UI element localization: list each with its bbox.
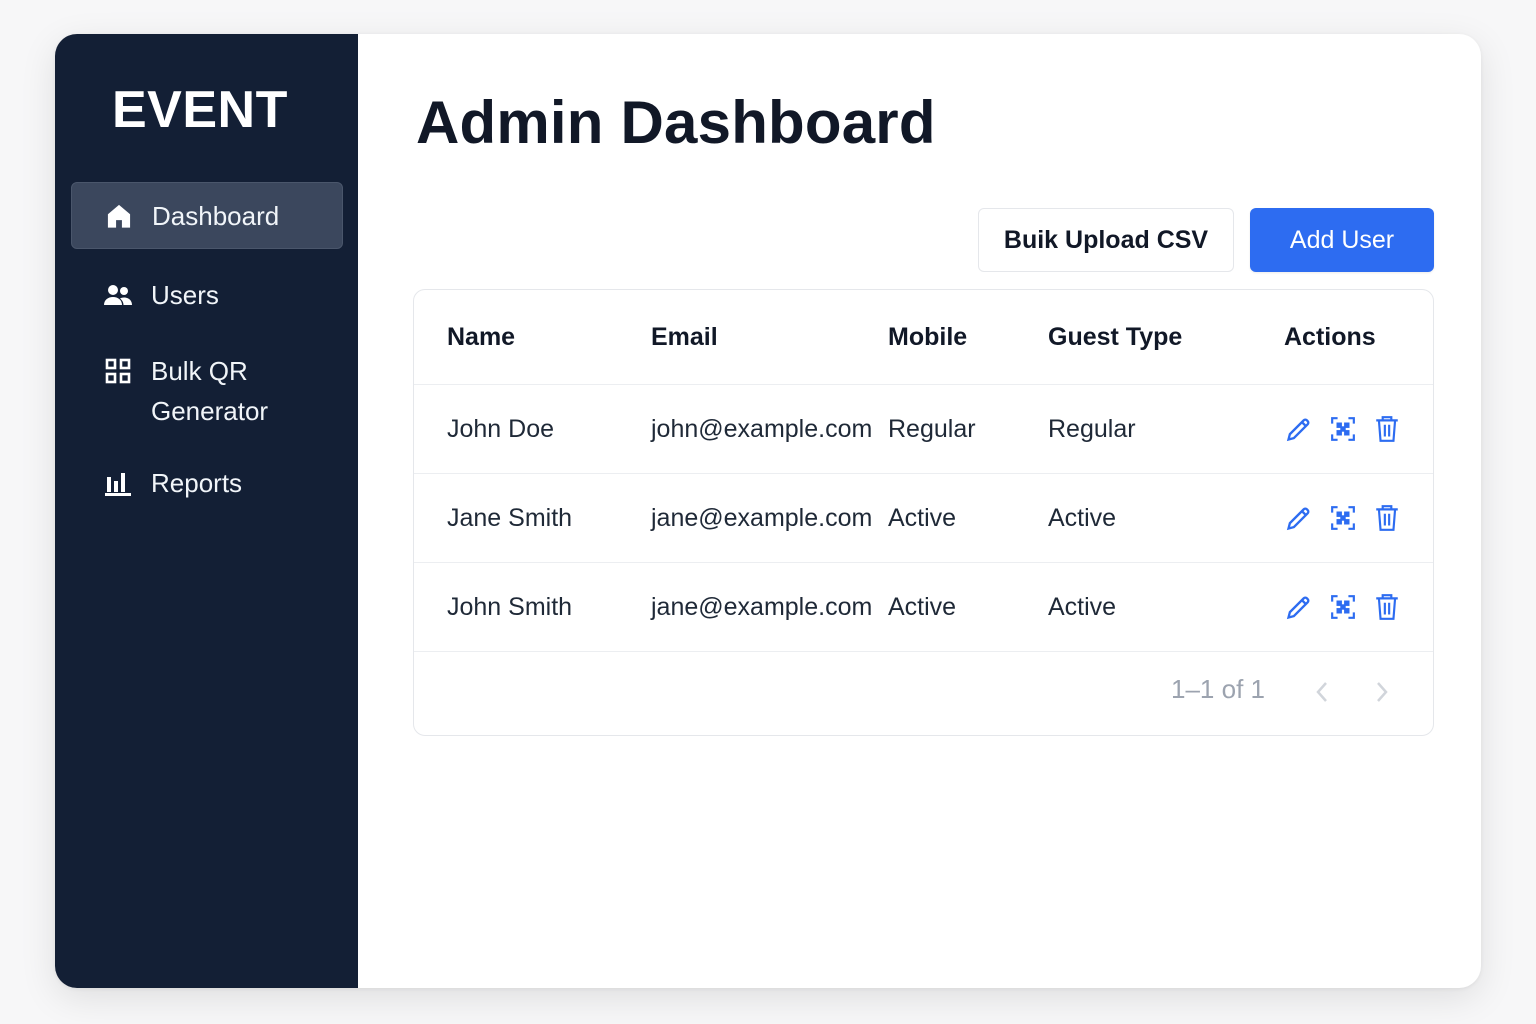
- sidebar: EVENT Dashboard Users Bulk QR Generator …: [55, 34, 358, 988]
- sidebar-item-dashboard[interactable]: Dashboard: [71, 182, 343, 249]
- qr-code-icon[interactable]: [1328, 592, 1358, 622]
- grid-icon: [103, 356, 133, 386]
- page-title: Admin Dashboard: [416, 89, 936, 156]
- add-user-button[interactable]: Add User: [1250, 208, 1434, 272]
- users-table: Name Email Mobile Guest Type Actions Joh…: [413, 289, 1434, 736]
- edit-icon[interactable]: [1284, 592, 1314, 622]
- cell-mobile: Active: [888, 503, 957, 532]
- chevron-left-icon[interactable]: [1308, 678, 1336, 706]
- sidebar-item-users[interactable]: Users: [71, 275, 343, 315]
- column-header-guest-type[interactable]: Guest Type: [1048, 323, 1182, 352]
- bar-chart-icon: [103, 468, 133, 498]
- column-header-actions: Actions: [1284, 322, 1376, 351]
- cell-email: jane@example.com: [651, 503, 873, 532]
- users-icon: [103, 280, 133, 310]
- chevron-right-icon[interactable]: [1368, 678, 1396, 706]
- table-row: Jane Smith jane@example.com Active Activ…: [414, 474, 1433, 563]
- row-actions: [1284, 592, 1402, 622]
- cell-name: John Doe: [447, 414, 555, 443]
- sidebar-item-label: Dashboard: [152, 200, 280, 231]
- main-content: Admin Dashboard Buik Upload CSV Add User…: [358, 34, 1481, 988]
- brand-logo: EVENT: [112, 81, 288, 139]
- column-header-mobile[interactable]: Mobile: [888, 323, 967, 352]
- table-row: John Smith jane@example.com Active Activ…: [414, 563, 1433, 652]
- qr-code-icon[interactable]: [1328, 503, 1358, 533]
- cell-name: Jane Smith: [447, 503, 573, 532]
- table-row: John Doe john@example.com Regular Regula…: [414, 385, 1433, 474]
- cell-email: jane@example.com: [651, 592, 873, 621]
- sidebar-item-reports[interactable]: Reports: [71, 463, 343, 503]
- sidebar-item-label: Users: [151, 280, 219, 310]
- pagination: 1–1 of 1: [414, 650, 1433, 736]
- cell-mobile: Regular: [888, 414, 976, 443]
- cell-guest-type: Active: [1048, 592, 1117, 621]
- trash-icon[interactable]: [1372, 592, 1402, 622]
- row-actions: [1284, 503, 1402, 533]
- sidebar-item-bulk-qr-generator[interactable]: Bulk QR Generator: [71, 351, 343, 431]
- app-window: EVENT Dashboard Users Bulk QR Generator …: [55, 34, 1481, 988]
- cell-email: john@example.com: [651, 414, 873, 443]
- cell-name: John Smith: [447, 592, 573, 621]
- trash-icon[interactable]: [1372, 503, 1402, 533]
- sidebar-item-label: Bulk QR Generator: [151, 356, 269, 426]
- column-header-name[interactable]: Name: [447, 323, 515, 352]
- sidebar-item-label: Reports: [151, 468, 243, 498]
- table-header-row: Name Email Mobile Guest Type Actions: [414, 290, 1433, 385]
- qr-code-icon[interactable]: [1328, 414, 1358, 444]
- bulk-upload-csv-button[interactable]: Buik Upload CSV: [978, 208, 1234, 272]
- cell-guest-type: Regular: [1048, 414, 1136, 443]
- edit-icon[interactable]: [1284, 414, 1314, 444]
- edit-icon[interactable]: [1284, 503, 1314, 533]
- cell-guest-type: Active: [1048, 503, 1117, 532]
- trash-icon[interactable]: [1372, 414, 1402, 444]
- column-header-email[interactable]: Email: [651, 323, 718, 352]
- pagination-range: 1–1 of 1: [1171, 674, 1265, 704]
- cell-mobile: Active: [888, 592, 957, 621]
- row-actions: [1284, 414, 1402, 444]
- home-icon: [104, 201, 134, 231]
